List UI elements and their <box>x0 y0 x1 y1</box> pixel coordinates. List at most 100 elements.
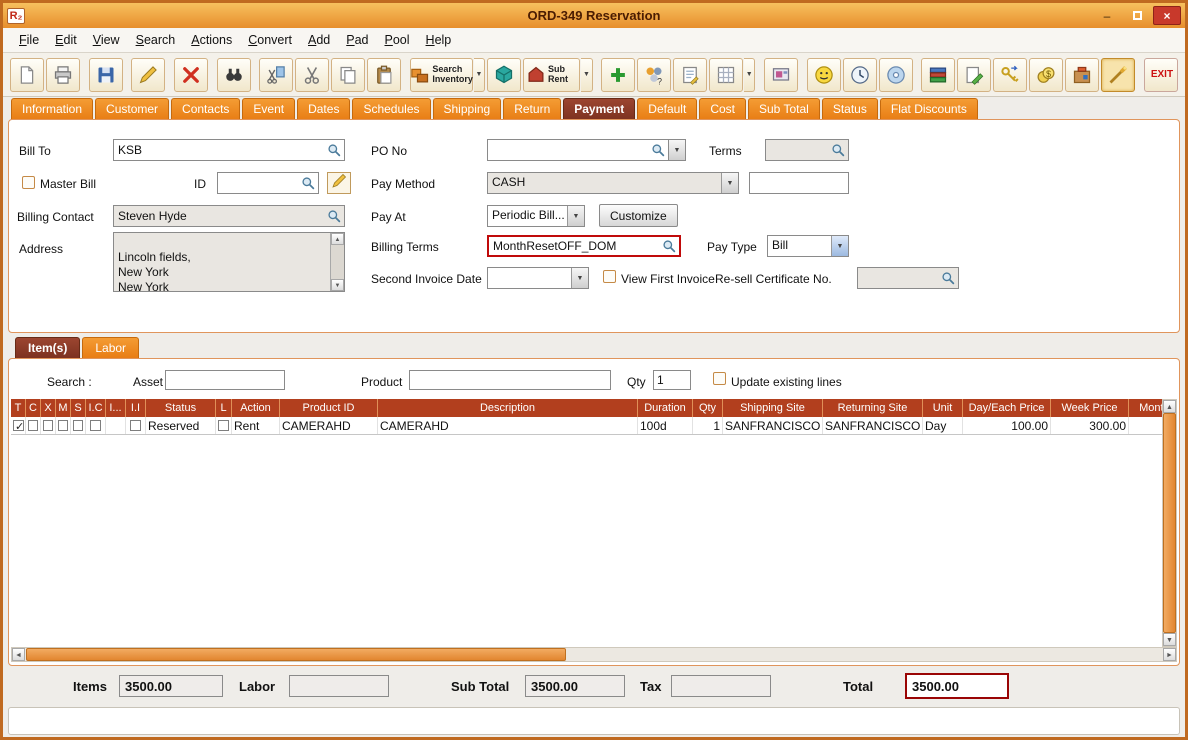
tab-shipping[interactable]: Shipping <box>432 98 502 120</box>
shapes-button[interactable] <box>487 57 522 92</box>
row-checkbox-s[interactable] <box>73 420 83 431</box>
package-button[interactable] <box>1065 57 1100 92</box>
scroll-up-icon[interactable]: ▲ <box>331 233 344 245</box>
address-field[interactable]: Lincoln fields, New York New York ▲ ▼ <box>113 232 345 292</box>
menu-help[interactable]: Help <box>418 30 460 50</box>
scroll-right-icon[interactable]: ► <box>1163 648 1176 661</box>
id-field[interactable] <box>217 172 319 194</box>
column-header-week-price[interactable]: Week Price <box>1051 399 1129 417</box>
column-header-i-c[interactable]: I.C <box>86 399 106 417</box>
column-header-returning-site[interactable]: Returning Site <box>823 399 923 417</box>
column-header-duration[interactable]: Duration <box>638 399 693 417</box>
address-scrollbar[interactable]: ▲ ▼ <box>330 233 344 291</box>
scroll-up-icon[interactable]: ▲ <box>1163 400 1176 413</box>
delete-button[interactable] <box>174 57 209 92</box>
scroll-left-icon[interactable]: ◄ <box>12 648 25 661</box>
row-checkbox-i-i[interactable] <box>130 420 141 431</box>
menu-pool[interactable]: Pool <box>377 30 418 50</box>
bill-to-search-icon[interactable] <box>324 140 344 160</box>
asset-input[interactable] <box>165 370 285 390</box>
row-checkbox-t[interactable] <box>13 420 24 431</box>
copy-button[interactable] <box>331 57 366 92</box>
horizontal-scrollbar[interactable]: ◄ ► <box>11 647 1177 662</box>
horizontal-scroll-thumb[interactable] <box>26 648 566 661</box>
column-header-status[interactable]: Status <box>146 399 216 417</box>
group-button[interactable]: ? <box>637 57 672 92</box>
scroll-down-icon[interactable]: ▼ <box>331 279 344 291</box>
scroll-down-icon[interactable]: ▼ <box>1163 633 1176 646</box>
disc-button[interactable] <box>878 57 913 92</box>
column-header-m[interactable]: M <box>56 399 71 417</box>
items-tab-item-s[interactable]: Item(s) <box>15 337 81 358</box>
terms-field[interactable] <box>765 139 849 161</box>
master-bill-checkbox[interactable] <box>22 176 35 189</box>
column-header-qty[interactable]: Qty <box>693 399 723 417</box>
view-first-invoice-checkbox[interactable] <box>603 270 616 283</box>
id-search-icon[interactable] <box>298 173 318 193</box>
tab-contacts[interactable]: Contacts <box>171 98 241 120</box>
table-row[interactable]: ReservedRentCAMERAHDCAMERAHD100d1SANFRAN… <box>11 417 1164 435</box>
pay-method-combo[interactable]: CASH <box>487 172 739 194</box>
tab-default[interactable]: Default <box>637 98 698 120</box>
items-tab-labor[interactable]: Labor <box>82 337 140 358</box>
column-header-l[interactable]: L <box>216 399 232 417</box>
find-button[interactable] <box>216 57 251 92</box>
column-header-unit[interactable]: Unit <box>923 399 963 417</box>
paste-button[interactable] <box>367 57 402 92</box>
menu-view[interactable]: View <box>85 30 128 50</box>
terms-search-icon[interactable] <box>828 140 848 160</box>
vertical-scrollbar[interactable]: ▲ ▼ <box>1162 399 1177 647</box>
column-header-product-id[interactable]: Product ID <box>280 399 378 417</box>
grid-view-button[interactable] <box>709 57 744 92</box>
column-header-i[interactable]: I... <box>106 399 126 417</box>
tab-customer[interactable]: Customer <box>95 98 170 120</box>
exit-button[interactable]: EXIT <box>1143 57 1178 92</box>
sub-rent-button[interactable]: Sub Rent <box>523 57 581 92</box>
resell-certificate-field[interactable] <box>857 267 959 289</box>
resell-certificate-search-icon[interactable] <box>938 268 958 288</box>
row-checkbox-m[interactable] <box>58 420 68 431</box>
customize-button[interactable]: Customize <box>599 204 678 227</box>
tab-cost[interactable]: Cost <box>699 98 746 120</box>
menu-add[interactable]: Add <box>300 30 338 50</box>
row-checkbox-i-c[interactable] <box>90 420 101 431</box>
menu-search[interactable]: Search <box>128 30 184 50</box>
search-inventory-button[interactable]: Search Inventory <box>410 57 473 92</box>
row-checkbox-x[interactable] <box>43 420 53 431</box>
column-header-i-i[interactable]: I.I <box>126 399 146 417</box>
column-header-c[interactable]: C <box>26 399 41 417</box>
column-header-t[interactable]: T <box>11 399 26 417</box>
tab-flat-discounts[interactable]: Flat Discounts <box>879 98 978 120</box>
cut-note-button[interactable] <box>259 57 294 92</box>
column-header-month-price[interactable]: Month Price <box>1129 399 1164 417</box>
pay-method-extra-field[interactable] <box>749 172 849 194</box>
print-button[interactable] <box>46 57 80 92</box>
pay-type-combo[interactable]: Bill <box>767 235 849 257</box>
po-no-dropdown[interactable] <box>669 139 686 161</box>
notes-button[interactable] <box>673 57 708 92</box>
column-header-x[interactable]: X <box>41 399 56 417</box>
second-invoice-date-dropdown-icon[interactable] <box>571 268 588 288</box>
row-checkbox-l[interactable] <box>218 420 229 431</box>
smiley-button[interactable] <box>806 57 841 92</box>
po-no-search-icon[interactable] <box>648 140 668 160</box>
tab-dates[interactable]: Dates <box>297 98 351 120</box>
row-checkbox-c[interactable] <box>28 420 38 431</box>
column-header-description[interactable]: Description <box>378 399 638 417</box>
billing-terms-field[interactable]: MonthResetOFF_DOM <box>487 235 681 257</box>
menu-actions[interactable]: Actions <box>183 30 240 50</box>
history-button[interactable] <box>842 57 877 92</box>
billing-contact-search-icon[interactable] <box>324 206 344 226</box>
pay-type-dropdown-icon[interactable] <box>831 236 848 256</box>
menu-pad[interactable]: Pad <box>338 30 376 50</box>
sub-rent-button-dropdown[interactable] <box>581 57 593 92</box>
add-line-button[interactable] <box>601 57 636 92</box>
qty-input[interactable]: 1 <box>653 370 691 390</box>
column-header-day-each-price[interactable]: Day/Each Price <box>963 399 1051 417</box>
edit-notes-button[interactable] <box>957 57 992 92</box>
tab-status[interactable]: Status <box>821 98 878 120</box>
key-button[interactable] <box>993 57 1028 92</box>
search-inventory-button-dropdown[interactable] <box>474 57 486 92</box>
tab-event[interactable]: Event <box>242 98 296 120</box>
menu-convert[interactable]: Convert <box>240 30 300 50</box>
